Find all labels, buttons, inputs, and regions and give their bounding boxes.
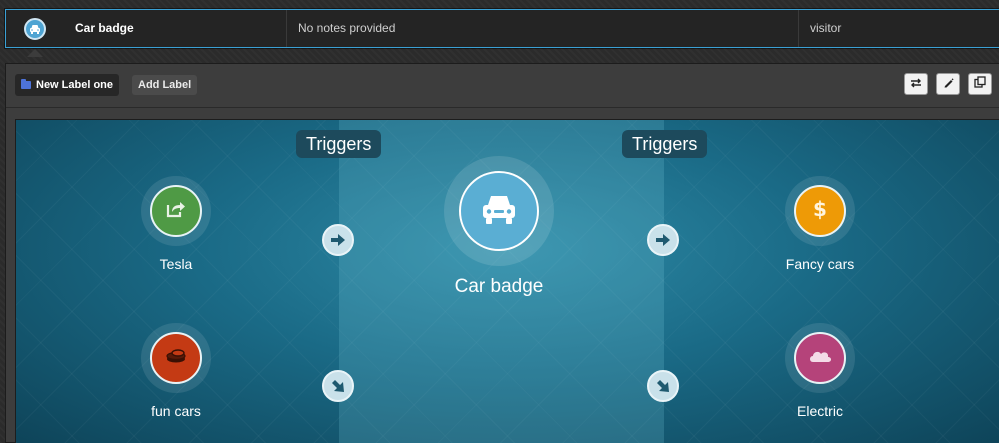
copy-button[interactable] (968, 73, 992, 95)
tesla-node (150, 185, 202, 237)
badge-role: visitor (798, 10, 999, 47)
swap-icon (910, 75, 922, 93)
triggers-label-left: Triggers (296, 130, 382, 158)
copy-icon (974, 75, 986, 93)
car-icon (479, 192, 519, 231)
fancy-cars-node: $ (794, 185, 846, 237)
right-node-electric[interactable] (785, 323, 855, 393)
label-chip[interactable]: New Label one (15, 74, 120, 96)
car-icon (24, 18, 46, 40)
fancy-cars-label: Fancy cars (785, 256, 855, 272)
label-chip-text: New Label one (36, 79, 114, 91)
add-label-button[interactable]: Add Label (132, 75, 198, 95)
fun-cars-label: fun cars (151, 403, 201, 419)
dollar-icon: $ (812, 197, 828, 226)
electric-label: Electric (797, 403, 843, 419)
left-node-tesla[interactable] (141, 176, 211, 246)
car-badge-label: Car badge (454, 276, 544, 297)
right-node-fancy-cars[interactable]: $ (785, 176, 855, 246)
coins-icon (163, 347, 189, 370)
fun-cars-node (150, 332, 202, 384)
pencil-icon (943, 75, 954, 93)
swap-button[interactable] (904, 73, 928, 95)
center-node[interactable] (444, 156, 554, 266)
cloud-icon (807, 348, 833, 369)
arrow-right-icon (322, 224, 354, 256)
badge-detail-panel: New Label one Add Label Triggers Trigger… (5, 63, 999, 443)
left-node-fun-cars[interactable] (141, 323, 211, 393)
electric-node (794, 332, 846, 384)
arrow-diagonal-icon (322, 370, 354, 402)
badge-flow-canvas: Triggers Triggers Tesla fun cars Car bad… (15, 119, 999, 443)
share-icon (165, 199, 187, 224)
car-badge-node (459, 171, 539, 251)
arrow-diagonal-icon (647, 370, 679, 402)
edit-button[interactable] (936, 73, 960, 95)
badge-notes: No notes provided (286, 10, 798, 47)
folder-icon (21, 79, 31, 89)
panel-toolbar: New Label one Add Label (6, 64, 999, 108)
triggers-label-right: Triggers (622, 130, 708, 158)
row-expander-caret (27, 49, 43, 57)
badge-title: Car badge (75, 21, 134, 35)
arrow-right-icon (647, 224, 679, 256)
svg-text:$: $ (813, 197, 827, 221)
tesla-label: Tesla (159, 256, 193, 272)
badge-row[interactable]: Car badge No notes provided visitor (5, 9, 999, 48)
